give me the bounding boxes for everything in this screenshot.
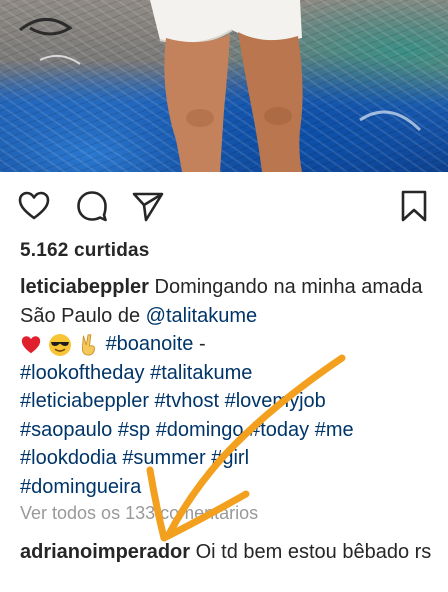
comment-username[interactable]: adrianoimperador xyxy=(20,541,190,563)
comment-button[interactable] xyxy=(72,186,112,226)
caption-hashtag[interactable]: #summer xyxy=(122,447,205,469)
paper-plane-icon xyxy=(132,192,164,222)
victory-hand-icon xyxy=(82,334,96,356)
caption-hashtag[interactable]: #leticiabeppler xyxy=(20,390,149,412)
post-photo[interactable] xyxy=(0,0,448,172)
caption-mention[interactable]: @talitakume xyxy=(146,305,257,327)
comment-item: adrianoimperador Oi td bem estou bêbado … xyxy=(20,538,432,566)
caption-dash: - xyxy=(199,333,206,355)
speech-bubble-icon xyxy=(77,191,107,222)
like-button[interactable] xyxy=(14,186,54,226)
caption-hashtag[interactable]: #saopaulo xyxy=(20,419,112,441)
caption-hashtag[interactable]: #boanoite xyxy=(106,333,194,355)
caption-hashtag[interactable]: #lookdodia xyxy=(20,447,117,469)
caption-hashtag[interactable]: #domingueira xyxy=(20,476,141,498)
likes-count[interactable]: 5.162 curtidas xyxy=(20,240,150,262)
sunglasses-face-icon xyxy=(49,333,71,356)
caption-hashtag[interactable]: #me xyxy=(315,419,354,441)
caption-hashtag[interactable]: #girl xyxy=(211,447,249,469)
caption-hashtag[interactable]: #lovemyjob xyxy=(225,390,326,412)
caption-hashtag[interactable]: #today xyxy=(249,419,309,441)
share-button[interactable] xyxy=(128,186,168,226)
caption-hashtag[interactable]: #domingo xyxy=(156,419,244,441)
view-all-comments-link[interactable]: Ver todos os 133 comentários xyxy=(20,503,258,524)
caption-hashtag[interactable]: #lookoftheday xyxy=(20,362,145,384)
caption-emojis xyxy=(20,333,100,357)
caption-hashtag[interactable]: #talitakume xyxy=(150,362,252,384)
caption-hashtag[interactable]: #sp xyxy=(118,419,150,441)
save-button[interactable] xyxy=(394,186,434,226)
comment-text: Oi td bem estou bêbado rs xyxy=(195,541,432,563)
caption-hashtag[interactable]: #tvhost xyxy=(155,390,219,412)
bookmark-icon xyxy=(401,190,427,222)
red-heart-icon xyxy=(21,336,41,353)
post-caption: leticiabeppler Domingando na minha amada… xyxy=(20,273,432,501)
post-action-bar xyxy=(0,186,448,226)
heart-outline-icon xyxy=(18,191,50,220)
person-legs-image xyxy=(19,0,422,172)
caption-username[interactable]: leticiabeppler xyxy=(20,276,149,298)
